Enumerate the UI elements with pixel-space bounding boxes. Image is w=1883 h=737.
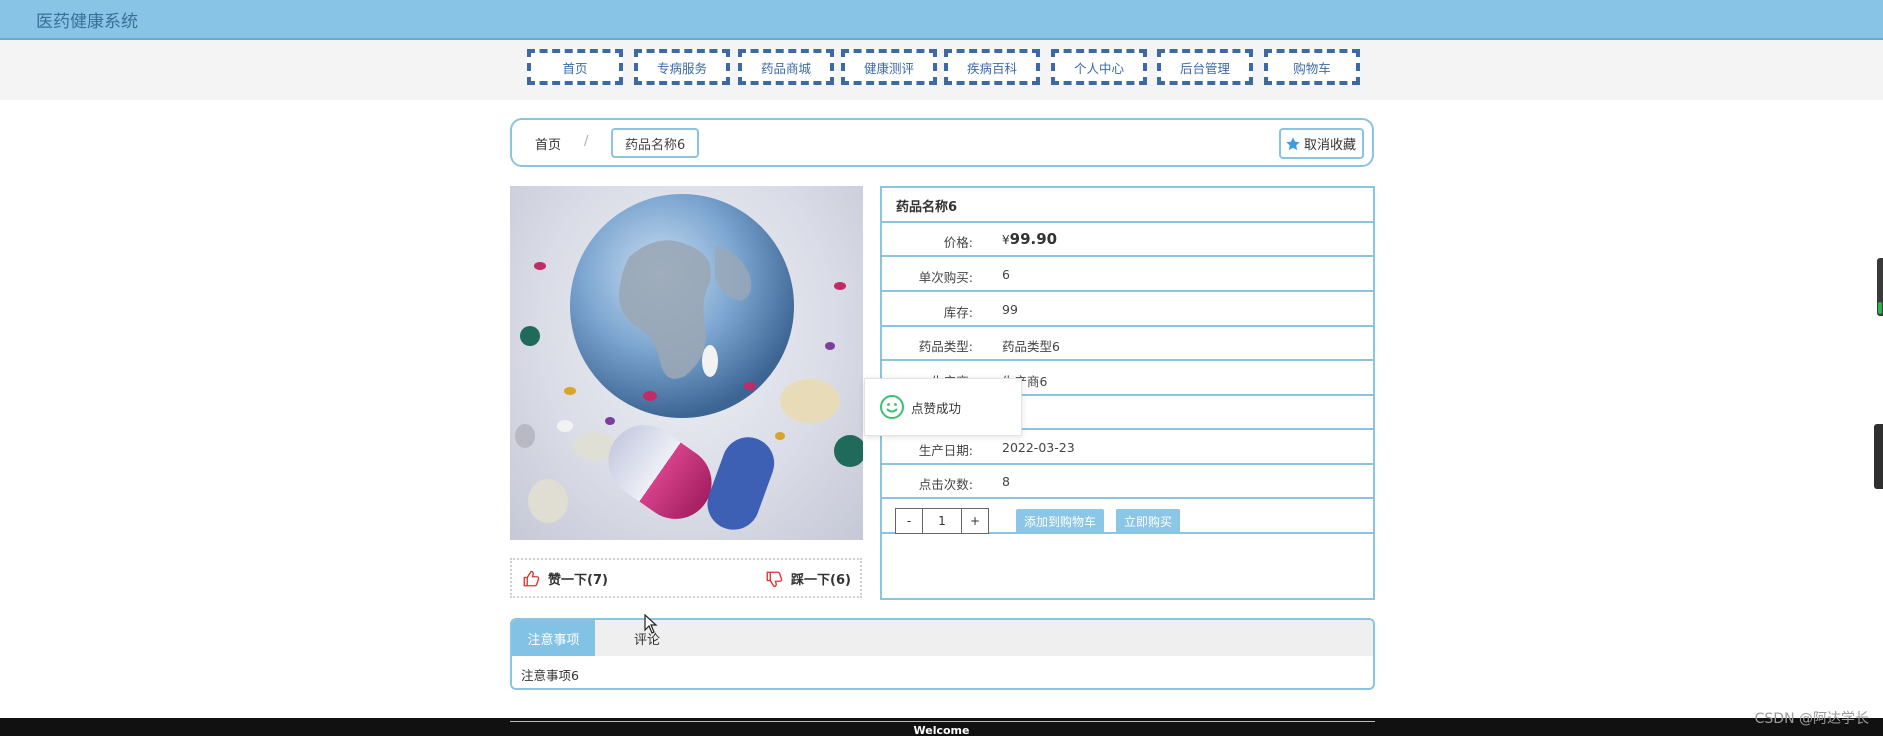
nav-item-disease-wiki[interactable]: 疾病百科 bbox=[944, 49, 1040, 85]
info-label: 生产日期: bbox=[918, 443, 973, 458]
unfavorite-button[interactable]: 取消收藏 bbox=[1278, 128, 1364, 159]
breadcrumb-separator: / bbox=[584, 134, 589, 149]
nav-item-personal-center[interactable]: 个人中心 bbox=[1051, 49, 1147, 85]
watermark: CSDN @阿达学长 bbox=[1754, 711, 1869, 727]
product-illustration bbox=[515, 194, 863, 530]
side-scroll-marker[interactable] bbox=[1877, 258, 1883, 316]
info-row-stock: 库存: 99 bbox=[882, 292, 1373, 327]
add-to-cart-button[interactable]: 添加到购物车 bbox=[1016, 509, 1105, 533]
quantity-minus-button[interactable]: - bbox=[895, 508, 923, 534]
smile-icon bbox=[880, 395, 904, 419]
tab-notes[interactable]: 注意事项 bbox=[512, 620, 595, 656]
purchase-row: - 1 + 添加到购物车 立即购买 bbox=[882, 499, 1373, 534]
info-row-clicks: 点击次数: 8 bbox=[882, 465, 1373, 499]
breadcrumb-home[interactable]: 首页 bbox=[535, 134, 561, 153]
info-label: 药品类型: bbox=[918, 339, 973, 354]
toast-message: 点赞成功 bbox=[911, 400, 962, 416]
info-row-type: 药品类型: 药品类型6 bbox=[882, 327, 1373, 361]
quantity-plus-button[interactable]: + bbox=[961, 508, 989, 534]
nav-item-health-assessment[interactable]: 健康测评 bbox=[841, 49, 937, 85]
info-label: 库存: bbox=[943, 305, 973, 320]
price-row: 价格: ¥99.90 bbox=[882, 223, 1373, 257]
detail-tabs: 注意事项 评论 注意事项6 bbox=[510, 618, 1375, 690]
nav-item-admin[interactable]: 后台管理 bbox=[1157, 49, 1253, 85]
price-label: 价格: bbox=[943, 235, 973, 250]
thumbs-down-icon bbox=[766, 571, 783, 587]
nav-item-home[interactable]: 首页 bbox=[527, 49, 623, 85]
product-image bbox=[510, 186, 863, 540]
tab-header: 注意事项 评论 bbox=[512, 620, 1373, 656]
mouse-cursor-icon bbox=[644, 614, 658, 634]
app-title: 医药健康系统 bbox=[36, 12, 138, 32]
product-name: 药品名称6 bbox=[896, 200, 958, 215]
breadcrumb-current: 药品名称6 bbox=[611, 128, 700, 158]
vote-bar: 赞一下(7) 踩一下(6) bbox=[510, 558, 862, 598]
nav-item-medicine-mall[interactable]: 药品商城 bbox=[738, 49, 834, 85]
side-scroll-marker[interactable] bbox=[1874, 424, 1883, 489]
info-value: 药品类型6 bbox=[1002, 339, 1060, 354]
like-label: 赞一下(7) bbox=[548, 573, 608, 588]
info-label: 单次购买: bbox=[918, 270, 973, 285]
price-currency: ¥ bbox=[1002, 233, 1010, 247]
info-label: 点击次数: bbox=[918, 477, 973, 492]
top-bar: 医药健康系统 bbox=[0, 0, 1883, 40]
thumbs-up-icon bbox=[523, 570, 540, 586]
info-row-single-purchase: 单次购买: 6 bbox=[882, 257, 1373, 292]
info-value: 2022-03-23 bbox=[1002, 440, 1075, 455]
unfavorite-label: 取消收藏 bbox=[1303, 138, 1356, 153]
tab-content: 注意事项6 bbox=[521, 668, 579, 683]
footer-divider bbox=[510, 721, 1375, 722]
nav-item-specialty-service[interactable]: 专病服务 bbox=[634, 49, 730, 85]
product-title-row: 药品名称6 bbox=[882, 188, 1373, 223]
info-value: 6 bbox=[1002, 267, 1010, 282]
quantity-input[interactable]: 1 bbox=[922, 508, 962, 534]
breadcrumb: 首页 / 药品名称6 取消收藏 bbox=[510, 118, 1374, 167]
price-value: ¥99.90 bbox=[1002, 230, 1057, 248]
star-icon bbox=[1286, 136, 1300, 150]
like-success-toast: 点赞成功 bbox=[864, 378, 1022, 436]
dislike-label: 踩一下(6) bbox=[791, 573, 851, 588]
nav-band bbox=[0, 40, 1883, 100]
info-value: 8 bbox=[1002, 474, 1010, 489]
like-button[interactable]: 赞一下(7) bbox=[522, 569, 608, 588]
footer: Welcome bbox=[0, 718, 1883, 737]
info-value: 99 bbox=[1002, 302, 1018, 317]
nav-item-cart[interactable]: 购物车 bbox=[1264, 49, 1360, 85]
dislike-button[interactable]: 踩一下(6) bbox=[765, 569, 851, 588]
price-amount: 99.90 bbox=[1009, 230, 1058, 248]
footer-text: Welcome bbox=[913, 724, 970, 737]
buy-now-button[interactable]: 立即购买 bbox=[1116, 509, 1181, 533]
